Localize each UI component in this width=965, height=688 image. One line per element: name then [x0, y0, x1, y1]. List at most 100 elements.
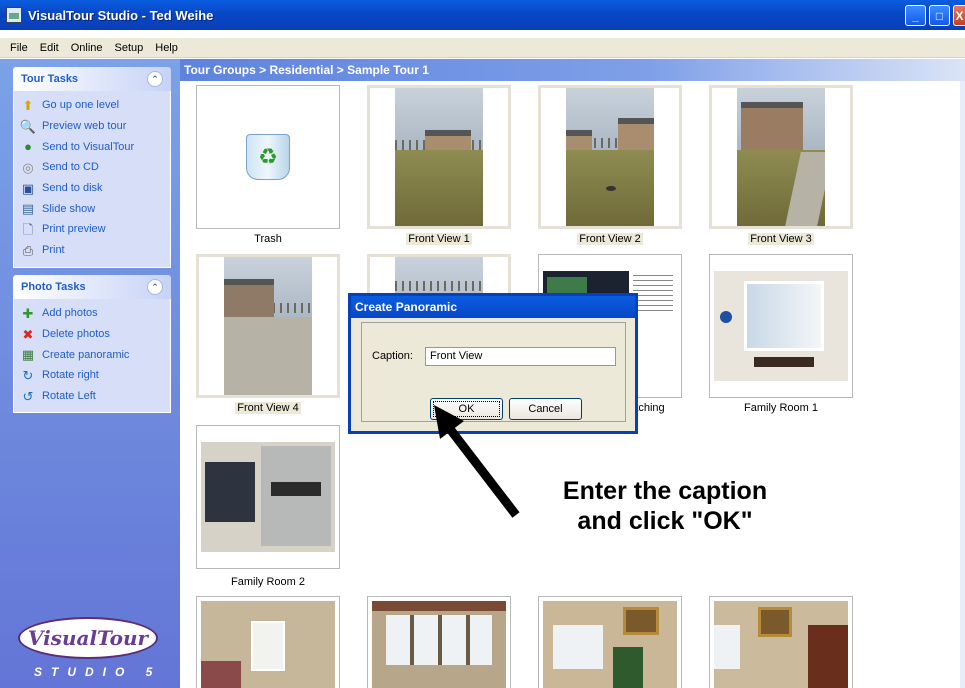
floppy-icon: ▣	[21, 180, 35, 196]
dialog-title: Create Panoramic	[351, 296, 635, 318]
thumbnail-caption: Family Room 1	[744, 402, 818, 414]
menu-online[interactable]: Online	[65, 42, 109, 54]
task-delete-photos[interactable]: ✖ Delete photos	[20, 324, 170, 345]
task-slide-show[interactable]: ▤ Slide show	[20, 198, 170, 219]
plus-icon: ✚	[22, 305, 34, 321]
thumbnail-family-room-2[interactable]: Family Room 2	[196, 425, 340, 589]
thumbnail-caption: Front View 2	[577, 233, 643, 245]
logo-subtitle: STUDIO 5	[34, 665, 162, 679]
vertical-scrollbar[interactable]	[960, 81, 965, 688]
menu-file[interactable]: File	[4, 42, 34, 54]
task-label: Print preview	[42, 223, 106, 236]
task-send-to-visualtour[interactable]: ● Send to VisualTour	[20, 136, 170, 157]
menu-setup[interactable]: Setup	[109, 42, 150, 54]
panoramic-icon: ▦	[21, 347, 35, 363]
tour-tasks-title: Tour Tasks	[21, 73, 79, 85]
window-title: VisualTour Studio - Ted Weihe	[28, 7, 214, 23]
photo	[566, 88, 654, 226]
globe-icon: ●	[24, 139, 32, 155]
task-label: Rotate Left	[42, 390, 96, 403]
task-preview-web-tour[interactable]: 🔍 Preview web tour	[20, 116, 170, 137]
thumbnail-family-room-1[interactable]: Family Room 1	[709, 254, 853, 415]
task-label: Add photos	[42, 307, 98, 320]
thumbnail-caption: Front View 1	[406, 233, 472, 245]
thumbnail-row4-1[interactable]	[196, 596, 340, 688]
cd-icon: ◎	[22, 159, 34, 175]
title-bar: VisualTour Studio - Ted Weihe _ □ X	[0, 0, 965, 30]
preview-web-icon: 🔍	[19, 118, 37, 134]
photo	[714, 271, 848, 381]
caption-label: Caption:	[372, 350, 413, 362]
thumbnail-caption: Family Room 2	[231, 576, 305, 588]
photo	[224, 257, 312, 395]
photo-tasks-title: Photo Tasks	[21, 281, 86, 293]
rotate-right-icon: ↻	[22, 367, 34, 383]
thumbnail-caption: Front View 4	[235, 402, 301, 414]
visualtour-logo: VisualTour STUDIO 5	[18, 617, 168, 679]
task-send-to-cd[interactable]: ◎ Send to CD	[20, 157, 170, 178]
menu-bar: File Edit Online Setup Help	[0, 38, 965, 58]
thumbnail-caption: Trash	[254, 233, 282, 245]
photo	[543, 601, 677, 688]
task-go-up-one-level[interactable]: ⬆ Go up one level	[20, 95, 170, 116]
menu-help[interactable]: Help	[149, 42, 184, 54]
annotation-line-2: and click "OK"	[577, 507, 753, 535]
tour-tasks-header[interactable]: Tour Tasks ⌃	[13, 67, 171, 91]
annotation-line-1: Enter the caption	[562, 477, 768, 505]
photo	[737, 88, 825, 226]
photo-tasks-panel: Photo Tasks ⌃ ✚ Add photos ✖ Delete photos…	[13, 275, 171, 414]
printer-icon: ⎙	[22, 242, 34, 258]
logo-wordmark: VisualTour	[18, 617, 158, 659]
breadcrumb: Tour Groups > Residential > Sample Tour …	[180, 59, 965, 81]
minimize-button[interactable]: _	[905, 5, 926, 26]
task-send-to-disk[interactable]: ▣ Send to disk	[20, 178, 170, 199]
menu-edit[interactable]: Edit	[34, 42, 65, 54]
collapse-icon[interactable]: ⌃	[147, 279, 163, 295]
app-icon	[6, 7, 22, 23]
photo	[714, 601, 848, 688]
up-level-icon: ⬆	[22, 97, 34, 113]
window-controls: _ □ X	[905, 5, 965, 26]
task-label: Create panoramic	[42, 348, 130, 361]
task-add-photos[interactable]: ✚ Add photos	[20, 303, 170, 324]
thumbnail-front-view-2[interactable]: Front View 2	[538, 85, 682, 246]
thumbnail-row4-4[interactable]	[709, 596, 853, 688]
photo	[201, 601, 335, 688]
task-label: Print	[42, 244, 65, 257]
thumbnail-caption: tching	[635, 402, 665, 414]
task-label: Delete photos	[42, 328, 110, 341]
thumbnail-row4-3[interactable]	[538, 596, 682, 688]
photo	[372, 601, 506, 688]
task-rotate-right[interactable]: ↻ Rotate right	[20, 365, 170, 386]
thumbnail-front-view-4[interactable]: Front View 4	[196, 254, 340, 415]
task-label: Send to VisualTour	[42, 140, 135, 153]
thumbnail-trash[interactable]: ♻ Trash	[196, 85, 340, 246]
close-button[interactable]: X	[953, 5, 965, 26]
print-preview-icon: 🗋	[22, 221, 34, 237]
photo-tasks-header[interactable]: Photo Tasks ⌃	[13, 275, 171, 299]
photo	[201, 442, 335, 552]
delete-icon: ✖	[22, 326, 34, 342]
task-print[interactable]: ⎙ Print	[20, 240, 170, 261]
thumbnail-row4-2[interactable]	[367, 596, 511, 688]
task-create-panoramic[interactable]: ▦ Create panoramic	[20, 344, 170, 365]
task-pane: Tour Tasks ⌃ ⬆ Go up one level 🔍 Preview w…	[0, 59, 180, 688]
slideshow-icon: ▤	[21, 201, 35, 217]
maximize-button[interactable]: □	[929, 5, 950, 26]
task-rotate-left[interactable]: ↺ Rotate Left	[20, 386, 170, 407]
caption-input[interactable]: Front View	[425, 347, 616, 366]
collapse-icon[interactable]: ⌃	[147, 71, 163, 87]
task-label: Rotate right	[42, 369, 99, 382]
recycle-bin-icon: ♻	[246, 134, 290, 180]
task-print-preview[interactable]: 🗋 Print preview	[20, 219, 170, 240]
photo	[395, 88, 483, 226]
task-label: Slide show	[42, 202, 96, 215]
task-label: Send to disk	[42, 182, 103, 195]
tutorial-annotation: Enter the caption and click "OK"	[510, 476, 820, 536]
task-label: Go up one level	[42, 99, 120, 112]
tour-tasks-panel: Tour Tasks ⌃ ⬆ Go up one level 🔍 Preview w…	[13, 67, 171, 268]
thumbnail-front-view-3[interactable]: Front View 3	[709, 85, 853, 246]
thumbnail-caption: Front View 3	[748, 233, 814, 245]
task-label: Preview web tour	[42, 120, 127, 133]
thumbnail-front-view-1[interactable]: Front View 1	[367, 85, 511, 246]
